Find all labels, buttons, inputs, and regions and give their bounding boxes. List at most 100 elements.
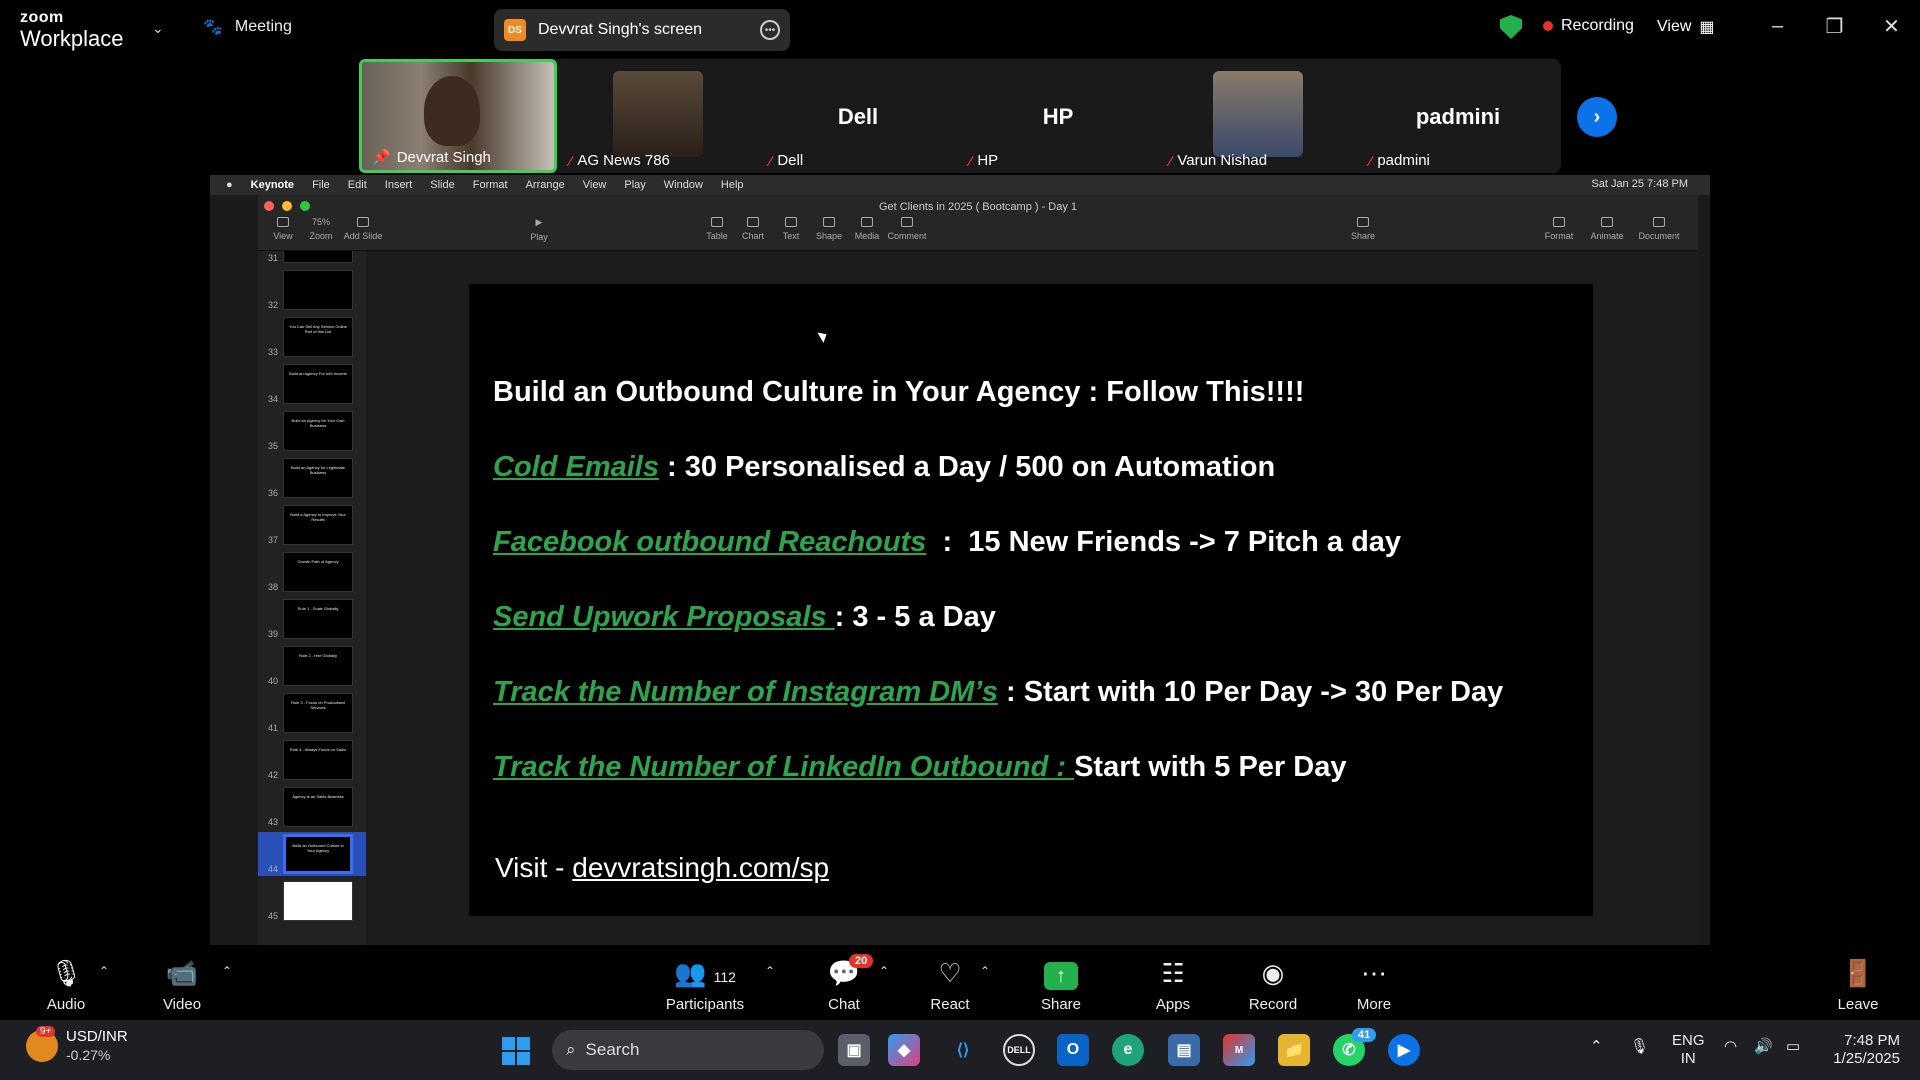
view-button[interactable]: View ▦ bbox=[1657, 17, 1715, 37]
tile-name: ∕ Dell bbox=[769, 152, 803, 169]
tile-name-label: HP bbox=[977, 152, 999, 169]
zoom-tool-label: Zoom bbox=[309, 231, 333, 241]
slide-thumbnail-selected: 44 Build an Outbound Culture in Your Agen… bbox=[258, 832, 366, 876]
video-tile-dell[interactable]: Dell ∕ Dell bbox=[759, 59, 957, 173]
menu-arrange: Arrange bbox=[525, 179, 565, 191]
sidebar-icon bbox=[277, 217, 289, 227]
slide-link: Facebook outbound Reachouts bbox=[493, 526, 927, 558]
slide-navigator: 31 32 33 You Can Sell Any Service Online … bbox=[258, 251, 366, 945]
search-label: Search bbox=[585, 1040, 640, 1059]
slide-line-text: : 15 New Friends -> 7 Pitch a day bbox=[926, 526, 1402, 558]
text-label: Text bbox=[782, 231, 800, 241]
shape-icon bbox=[823, 217, 835, 227]
visit-prefix: Visit - bbox=[495, 852, 573, 883]
vscode-icon[interactable]: ⟨⟩ bbox=[947, 1034, 979, 1066]
slide-number: 43 bbox=[268, 817, 279, 827]
audio-options-caret-icon[interactable]: ⌃ bbox=[99, 964, 109, 978]
record-button[interactable]: ◉ Record bbox=[1223, 956, 1323, 1013]
security-shield-icon[interactable] bbox=[1500, 15, 1522, 39]
taskbar-search[interactable]: ⌕ Search bbox=[552, 1030, 824, 1070]
slide-thumbnail: 35 Build an Agency for Your Own Business bbox=[258, 409, 366, 453]
video-tile-hp[interactable]: HP ∕ HP bbox=[959, 59, 1157, 173]
show-hidden-icons-icon[interactable]: ⌃ bbox=[1590, 1038, 1603, 1056]
mic-tray-icon[interactable]: 🎙 bbox=[1630, 1038, 1649, 1056]
store-icon[interactable]: ▤ bbox=[1168, 1034, 1200, 1066]
menu-app: Keynote bbox=[250, 179, 295, 191]
slide-line-text: Start with 5 Per Day bbox=[1074, 751, 1347, 783]
zoom-light-icon bbox=[300, 201, 310, 211]
more-button[interactable]: ⋯ More bbox=[1324, 956, 1424, 1013]
screen-share-pill[interactable]: DS Devvrat Singh's screen ••• bbox=[494, 9, 790, 51]
system-clock[interactable]: 7:48 PM 1/25/2025 bbox=[1824, 1032, 1900, 1068]
zoom-app-icon[interactable]: ▶ bbox=[1388, 1034, 1420, 1066]
clock-time: 7:48 PM bbox=[1844, 1032, 1900, 1049]
top-bar: zoom Workplace ⌄ 🐾 Meeting DS Devvrat Si… bbox=[0, 0, 1920, 58]
avatar bbox=[613, 71, 703, 157]
view-tool-label: View bbox=[273, 231, 293, 241]
edge-icon[interactable]: e bbox=[1112, 1034, 1144, 1066]
slide-line-text: : 3 - 5 a Day bbox=[834, 601, 996, 633]
slide-number: 45 bbox=[268, 911, 279, 921]
logo-line2: Workplace bbox=[20, 26, 124, 51]
animate-tool: Animate bbox=[1582, 217, 1632, 241]
chat-caret-icon[interactable]: ⌃ bbox=[879, 964, 889, 978]
copilot-icon[interactable]: ◆ bbox=[888, 1034, 920, 1066]
apps-button[interactable]: ☷ Apps bbox=[1123, 956, 1223, 1013]
keynote-toolbar: Get Clients in 2025 ( Bootcamp ) - Day 1… bbox=[258, 195, 1698, 251]
meeting-menu[interactable]: 🐾 Meeting bbox=[203, 17, 292, 37]
m365-icon[interactable]: M bbox=[1223, 1034, 1255, 1066]
dell-icon[interactable]: DELL bbox=[1003, 1034, 1035, 1066]
file-explorer-icon[interactable]: 📁 bbox=[1278, 1034, 1310, 1066]
volume-icon[interactable]: 🔊 bbox=[1754, 1038, 1773, 1056]
share-tool-label: Share bbox=[1350, 231, 1376, 241]
wifi-icon[interactable]: ◠ bbox=[1724, 1038, 1737, 1056]
slide-thumbnail: 39 Rule 1 - Scale Globally bbox=[258, 597, 366, 641]
zoom-logo[interactable]: zoom Workplace bbox=[20, 10, 124, 50]
video-tile-varun[interactable]: ∕ Varun Nishad bbox=[1159, 59, 1357, 173]
animate-label: Animate bbox=[1590, 231, 1624, 241]
mic-muted-icon: ∕ bbox=[1169, 152, 1172, 169]
format-tool: Format bbox=[1534, 217, 1584, 241]
slide-preview: Build an Agency For Info Income bbox=[283, 364, 353, 404]
slide-thumbnail: 42 Rule 4 - Always Focus on Sales bbox=[258, 738, 366, 782]
share-screen-icon: ↑ bbox=[1011, 956, 1111, 990]
tile-name: ∕ Varun Nishad bbox=[1169, 152, 1267, 169]
language-indicator[interactable]: ENG IN bbox=[1672, 1032, 1705, 1068]
slide-thumbnail: 41 Rule 3 - Focus on Productised Services bbox=[258, 691, 366, 735]
slide-number: 36 bbox=[268, 488, 279, 498]
chevron-down-icon[interactable]: ⌄ bbox=[152, 20, 164, 37]
document-title: Get Clients in 2025 ( Bootcamp ) - Day 1 bbox=[878, 201, 1078, 213]
task-view-icon[interactable]: ▣ bbox=[838, 1034, 870, 1066]
participants-caret-icon[interactable]: ⌃ bbox=[765, 964, 775, 978]
battery-icon[interactable]: ▭ bbox=[1786, 1038, 1800, 1056]
slide-number: 41 bbox=[268, 723, 279, 733]
tile-big-name: padmini bbox=[1415, 104, 1501, 129]
minimize-icon[interactable]: – bbox=[1749, 0, 1806, 52]
close-icon[interactable]: ✕ bbox=[1863, 0, 1920, 52]
more-options-icon[interactable]: ••• bbox=[760, 20, 780, 40]
windows-start-icon[interactable] bbox=[502, 1037, 530, 1065]
video-tile-ag-news[interactable]: ∕ AG News 786 bbox=[559, 59, 757, 173]
meeting-controls: 🎙 Audio ⌃ 📹 Video ⌃ 👥 112 Participants ⌃… bbox=[0, 946, 1920, 1020]
video-tile-padmini[interactable]: padmini ∕ padmini bbox=[1359, 59, 1557, 173]
more-badge: 41 bbox=[1352, 1028, 1377, 1042]
share-button[interactable]: ↑ Share bbox=[1011, 956, 1111, 1013]
record-label: Record bbox=[1248, 996, 1298, 1013]
menu-format: Format bbox=[472, 179, 508, 191]
participants-button[interactable]: 👥 112 Participants bbox=[655, 956, 755, 1013]
search-icon: ⌕ bbox=[566, 1040, 576, 1059]
fx-widget[interactable]: 9+ USD/INR -0.27% bbox=[26, 1026, 128, 1064]
outlook-icon[interactable]: O bbox=[1057, 1034, 1089, 1066]
video-button[interactable]: 📹 Video bbox=[132, 956, 232, 1013]
share-label: Share bbox=[1040, 996, 1082, 1013]
chart-label: Chart bbox=[741, 231, 764, 241]
comment-tool: Comment bbox=[882, 217, 932, 241]
video-options-caret-icon[interactable]: ⌃ bbox=[222, 964, 232, 978]
react-caret-icon[interactable]: ⌃ bbox=[980, 964, 990, 978]
recording-indicator[interactable]: Recording bbox=[1543, 17, 1634, 35]
restore-icon[interactable]: ❐ bbox=[1806, 0, 1863, 52]
leave-button[interactable]: 🚪 Leave bbox=[1808, 956, 1908, 1013]
gallery-next-button[interactable]: › bbox=[1577, 97, 1617, 137]
video-tile-devvrat[interactable]: 📌 Devvrat Singh bbox=[359, 59, 557, 173]
fx-change: -0.27% bbox=[66, 1046, 111, 1063]
